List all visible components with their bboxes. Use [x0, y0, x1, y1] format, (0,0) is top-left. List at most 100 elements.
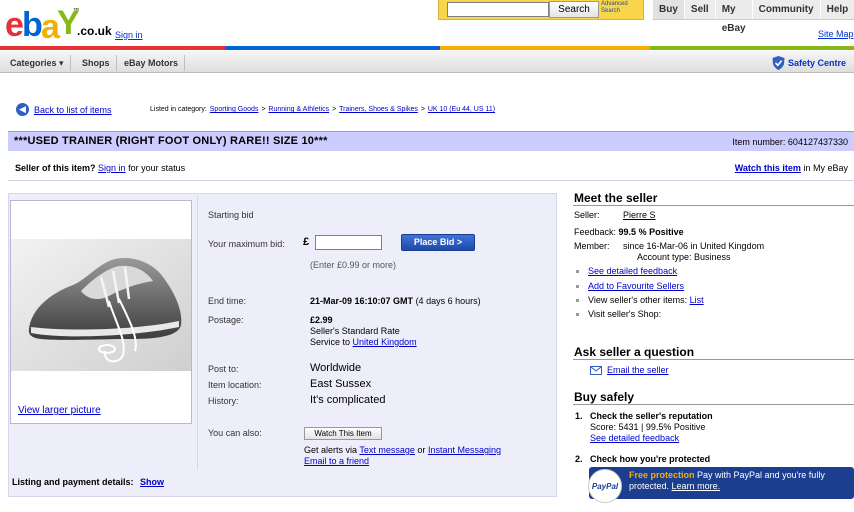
watch-item-area: Watch this item in My eBay [735, 163, 848, 173]
search-box: Search Advanced Search [438, 0, 644, 20]
color-bar-red [0, 46, 225, 50]
arrow-left-icon: ◀ [16, 103, 29, 116]
paypal-protection-banner[interactable]: PayPal Free protection Pay with PayPal a… [588, 467, 854, 503]
seller-name-link[interactable]: Pierre S [623, 210, 656, 220]
place-bid-button[interactable]: Place Bid > [401, 234, 475, 251]
item-title: ***USED TRAINER (RIGHT FOOT ONLY) RARE!!… [14, 135, 328, 147]
categories-menu[interactable]: Categories ▾ [4, 55, 71, 71]
seller-link-row: Add to Favourite Sellers [576, 281, 684, 291]
bid-hint: (Enter £0.99 or more) [310, 260, 397, 270]
see-detailed-feedback-link[interactable]: See detailed feedback [588, 266, 677, 276]
back-to-list[interactable]: ◀ Back to list of items [16, 103, 112, 116]
step2-number: 2. [575, 454, 583, 464]
color-bar-green [650, 46, 854, 50]
alerts-prefix: Get alerts via [304, 445, 358, 455]
item-image-frame [10, 200, 192, 424]
max-bid-input[interactable] [315, 235, 382, 250]
bullet [576, 313, 579, 317]
feedback-label: Feedback: [574, 227, 617, 237]
instant-messaging-link[interactable]: Instant Messaging [428, 445, 501, 455]
service-country-link[interactable]: United Kingdom [353, 337, 417, 347]
step1-feedback-link[interactable]: See detailed feedback [590, 433, 679, 443]
other-items-label: View seller's other items: [588, 295, 688, 305]
max-bid-label: Your maximum bid: [208, 239, 285, 249]
crumb-separator: > [332, 106, 337, 113]
email-seller[interactable]: Email the seller [590, 365, 669, 375]
back-to-list-link[interactable]: Back to list of items [34, 105, 112, 115]
heading-rule [573, 205, 854, 206]
sign-in-link[interactable]: Sign in [115, 30, 143, 40]
seller-link-row: Visit seller's Shop: [576, 309, 661, 319]
nav-help[interactable]: Help [819, 0, 854, 19]
bullet [576, 285, 579, 289]
category-bar: Categories ▾ Shops eBay Motors [0, 51, 854, 73]
ebay-motors-tab[interactable]: eBay Motors [118, 55, 186, 71]
visit-shop-label: Visit seller's Shop: [588, 309, 662, 319]
listing-details: Listing and payment details: Show [12, 477, 164, 487]
step1-block: Check the seller's reputation Score: 543… [590, 411, 713, 444]
site-map-link[interactable]: Site Map [818, 29, 854, 39]
listing-details-show-link[interactable]: Show [140, 477, 164, 487]
nav-buy[interactable]: Buy [652, 0, 684, 19]
seller-sign-in-link[interactable]: Sign in [98, 163, 126, 173]
listed-in-label: Listed in category: [150, 106, 207, 113]
seller-link-row: View seller's other items: List [576, 295, 704, 305]
watch-suffix: in My eBay [803, 163, 848, 173]
alerts-or: or [417, 445, 426, 455]
heading-rule [573, 404, 854, 405]
watch-item-link[interactable]: Watch this item [735, 163, 801, 173]
heading-rule [573, 359, 854, 360]
seller-status-text: for your status [128, 163, 186, 173]
search-button[interactable]: Search [549, 1, 599, 18]
add-favourite-sellers-link[interactable]: Add to Favourite Sellers [588, 281, 684, 291]
nav-sell[interactable]: Sell [683, 0, 715, 19]
seller-status-bar: Seller of this item? Sign in for your st… [8, 155, 854, 181]
learn-more-link[interactable]: Learn more. [672, 481, 721, 491]
bullet [576, 299, 579, 303]
text-message-link[interactable]: Text message [359, 445, 415, 455]
top-nav: Buy Sell My eBay Community Help [652, 0, 854, 34]
item-number: Item number: 604127437330 [732, 137, 848, 147]
shield-icon [772, 56, 785, 70]
seller-label: Seller: [574, 210, 600, 220]
feedback-value: 99.5 % Positive [618, 227, 684, 237]
you-can-also-label: You can also: [208, 428, 262, 438]
paypal-highlight: Free protection [629, 470, 695, 480]
nav-community[interactable]: Community [751, 0, 820, 19]
shops-tab[interactable]: Shops [76, 55, 117, 71]
safety-centre-link[interactable]: Safety Centre [772, 56, 846, 70]
view-larger-picture-link[interactable]: View larger picture [18, 405, 101, 416]
postage-price: £2.99 [310, 315, 333, 325]
watch-this-item-button[interactable]: Watch This Item [304, 427, 382, 440]
end-time: 21-Mar-09 16:10:07 GMT (4 days 6 hours) [310, 296, 481, 306]
search-input[interactable] [447, 2, 549, 17]
buy-safely-heading: Buy safely [574, 390, 635, 404]
other-items-list-link[interactable]: List [690, 295, 704, 305]
email-friend-link[interactable]: Email to a friend [304, 456, 369, 466]
postage-info: £2.99 Seller's Standard Rate Service to … [310, 315, 417, 348]
svg-text:™: ™ [73, 7, 79, 14]
step1-title: Check the seller's reputation [590, 411, 713, 421]
listing-details-label: Listing and payment details: [12, 477, 134, 487]
crumb-uk-10[interactable]: UK 10 (Eu 44, US 11) [428, 106, 495, 113]
crumb-separator: > [420, 106, 425, 113]
postage-rate: Seller's Standard Rate [310, 326, 400, 336]
seller-link-row: See detailed feedback [576, 266, 677, 276]
crumb-sporting-goods[interactable]: Sporting Goods [210, 106, 259, 113]
starting-bid-label: Starting bid [208, 210, 254, 220]
crumb-running[interactable]: Running & Athletics [268, 106, 329, 113]
advanced-search-link[interactable]: Advanced Search [601, 1, 641, 15]
nav-my-ebay[interactable]: My eBay [714, 0, 752, 34]
end-time-value: 21-Mar-09 16:10:07 GMT [310, 296, 414, 306]
history-value: It's complicated [310, 394, 386, 406]
trainer-photo[interactable] [11, 201, 191, 423]
alerts-block: Get alerts via Text message or Instant M… [304, 445, 501, 467]
email-seller-link[interactable]: Email the seller [607, 365, 669, 375]
end-time-relative: (4 days 6 hours) [415, 296, 481, 306]
crumb-trainers[interactable]: Trainers, Shoes & Spikes [339, 106, 418, 113]
crumb-separator: > [261, 106, 266, 113]
ebay-logo[interactable]: e b a Y .co.uk ™ [5, 4, 115, 46]
brand-color-bar [0, 46, 854, 50]
safety-centre-label: Safety Centre [788, 58, 847, 68]
item-location-label: Item location: [208, 380, 262, 390]
